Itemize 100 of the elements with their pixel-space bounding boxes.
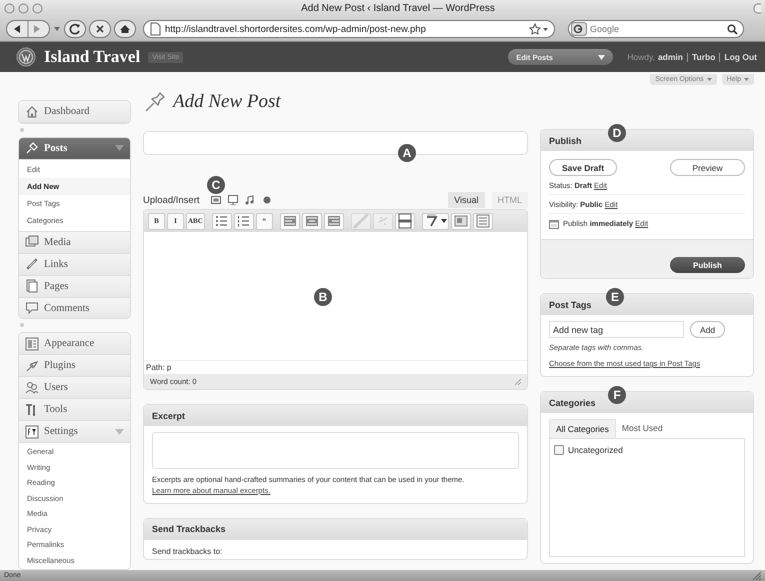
editor-area[interactable]: B — [144, 232, 527, 360]
search-engine-icon — [571, 22, 587, 36]
category-tab[interactable]: Most Used — [616, 419, 669, 438]
header-link[interactable]: Turbo — [686, 52, 716, 62]
align-left-icon — [282, 213, 298, 229]
category-tab[interactable]: All Categories — [549, 419, 616, 438]
music-note-icon[interactable] — [244, 195, 255, 205]
excerpt-field[interactable] — [152, 432, 519, 469]
menu-item[interactable]: Links — [19, 254, 130, 276]
window-control-icon[interactable] — [32, 3, 43, 14]
stop-icon[interactable] — [89, 20, 111, 38]
callout-label: B — [314, 288, 332, 306]
search-icon[interactable] — [727, 24, 738, 34]
caret-icon — [706, 78, 712, 81]
callout-label: D — [608, 124, 626, 142]
spellcheck-button[interactable] — [422, 212, 449, 230]
page-icon — [149, 22, 161, 36]
menu-item[interactable]: Tools — [19, 399, 130, 422]
menu-item[interactable]: Posts — [19, 138, 130, 160]
checkbox[interactable] — [554, 445, 564, 455]
house-icon — [25, 104, 39, 118]
editor-tab[interactable]: Visual — [448, 192, 484, 208]
window-title: Add New Post ‹ Island Travel — WordPress — [300, 3, 496, 14]
save-draft-button[interactable]: Save Draft — [549, 159, 618, 176]
settings-icon — [25, 424, 39, 439]
menu-separator-icon — [19, 322, 25, 328]
menu-item[interactable]: Users — [19, 377, 130, 400]
menu-item[interactable]: Plugins — [19, 355, 130, 378]
calendar-icon — [549, 218, 559, 228]
caret-icon — [744, 78, 749, 81]
home-icon[interactable] — [114, 20, 136, 38]
numbered-list-button[interactable] — [234, 212, 254, 230]
checkbox-label: Uncategorized — [568, 445, 623, 455]
panel-title: Excerpt — [152, 410, 186, 420]
video-icon[interactable] — [228, 195, 238, 205]
speech-bubble-icon — [25, 301, 39, 316]
align-center-icon — [304, 213, 320, 229]
menu-item[interactable]: Media — [19, 232, 130, 254]
align-right-icon — [326, 213, 342, 229]
url-text: http://islandtravel.shortordersites.com/wp-admin/post-new.php — [165, 24, 427, 34]
reload-icon[interactable] — [64, 20, 86, 38]
path-text: Path: p — [146, 363, 172, 372]
callout-label: E — [606, 288, 624, 306]
tag-field[interactable]: Add new tag — [549, 321, 684, 338]
panel-title: Publish — [549, 136, 582, 146]
menu-item[interactable]: Appearance — [19, 333, 130, 356]
fullscreen-button[interactable] — [450, 212, 471, 230]
toolbar-toggle-button[interactable] — [472, 212, 493, 230]
resize-grip-icon[interactable] — [515, 378, 521, 384]
callout-label: F — [608, 386, 626, 404]
panel-title: Send Trackbacks — [152, 524, 226, 534]
publish-button[interactable]: Publish — [670, 257, 745, 273]
align-center-button[interactable] — [302, 212, 322, 230]
pushpin-icon — [143, 91, 167, 113]
resize-grip-icon[interactable] — [753, 572, 761, 580]
address-field[interactable]: http://islandtravel.shortordersites.com/wp-admin/post-new.php — [143, 20, 555, 38]
field-label: Send trackbacks to: — [152, 546, 222, 556]
caret-icon — [598, 54, 606, 60]
panel-title: Post Tags — [549, 300, 592, 310]
title-field[interactable] — [143, 131, 528, 155]
search-field[interactable]: Google — [568, 20, 744, 38]
menu-item[interactable]: Pages — [19, 276, 130, 298]
add-button[interactable]: Add — [690, 321, 726, 338]
window-control-icon[interactable] — [4, 3, 15, 14]
align-left-button[interactable] — [280, 212, 300, 230]
panel-title: Categories — [549, 398, 596, 408]
preview-button[interactable]: Preview — [670, 159, 745, 176]
image-icon[interactable] — [210, 195, 221, 205]
caret-icon — [440, 219, 447, 223]
page-break-icon — [396, 213, 413, 229]
greeting-text: Howdy, — [627, 52, 655, 62]
logo-icon — [16, 47, 36, 67]
collapse-toggle-icon[interactable] — [115, 428, 124, 435]
link-icon — [352, 213, 369, 229]
callout-label: C — [207, 176, 225, 194]
site-title: Island Travel — [44, 47, 140, 67]
callout-label: A — [398, 144, 416, 162]
bookmark-star-icon[interactable] — [529, 23, 549, 35]
page-title: Add New Post — [173, 91, 281, 113]
bullet-list-button[interactable] — [212, 212, 232, 230]
menu-item[interactable]: Settings — [19, 421, 130, 444]
upload-insert-label: Upload/Insert — [143, 194, 200, 206]
username-link[interactable]: admin — [658, 52, 683, 62]
pages-icon — [25, 279, 39, 294]
photos-icon — [25, 235, 39, 250]
menu-separator-icon — [19, 126, 25, 133]
pushpin-icon — [25, 141, 39, 156]
layout-icon — [25, 336, 39, 351]
numbered-list-icon — [236, 213, 252, 229]
header-link[interactable]: Log Out — [719, 52, 757, 62]
back-forward-icon[interactable] — [6, 20, 50, 38]
collapse-toggle-icon[interactable] — [115, 145, 124, 152]
menu-item[interactable]: Comments — [19, 298, 130, 318]
people-icon — [25, 380, 39, 395]
menu-item[interactable]: Dashboard — [19, 101, 130, 123]
window-control-icon[interactable] — [18, 3, 29, 14]
page-break-button[interactable] — [394, 212, 415, 230]
fullscreen-icon — [452, 213, 469, 229]
bullet-list-icon — [214, 213, 230, 229]
align-right-button[interactable] — [324, 212, 344, 230]
